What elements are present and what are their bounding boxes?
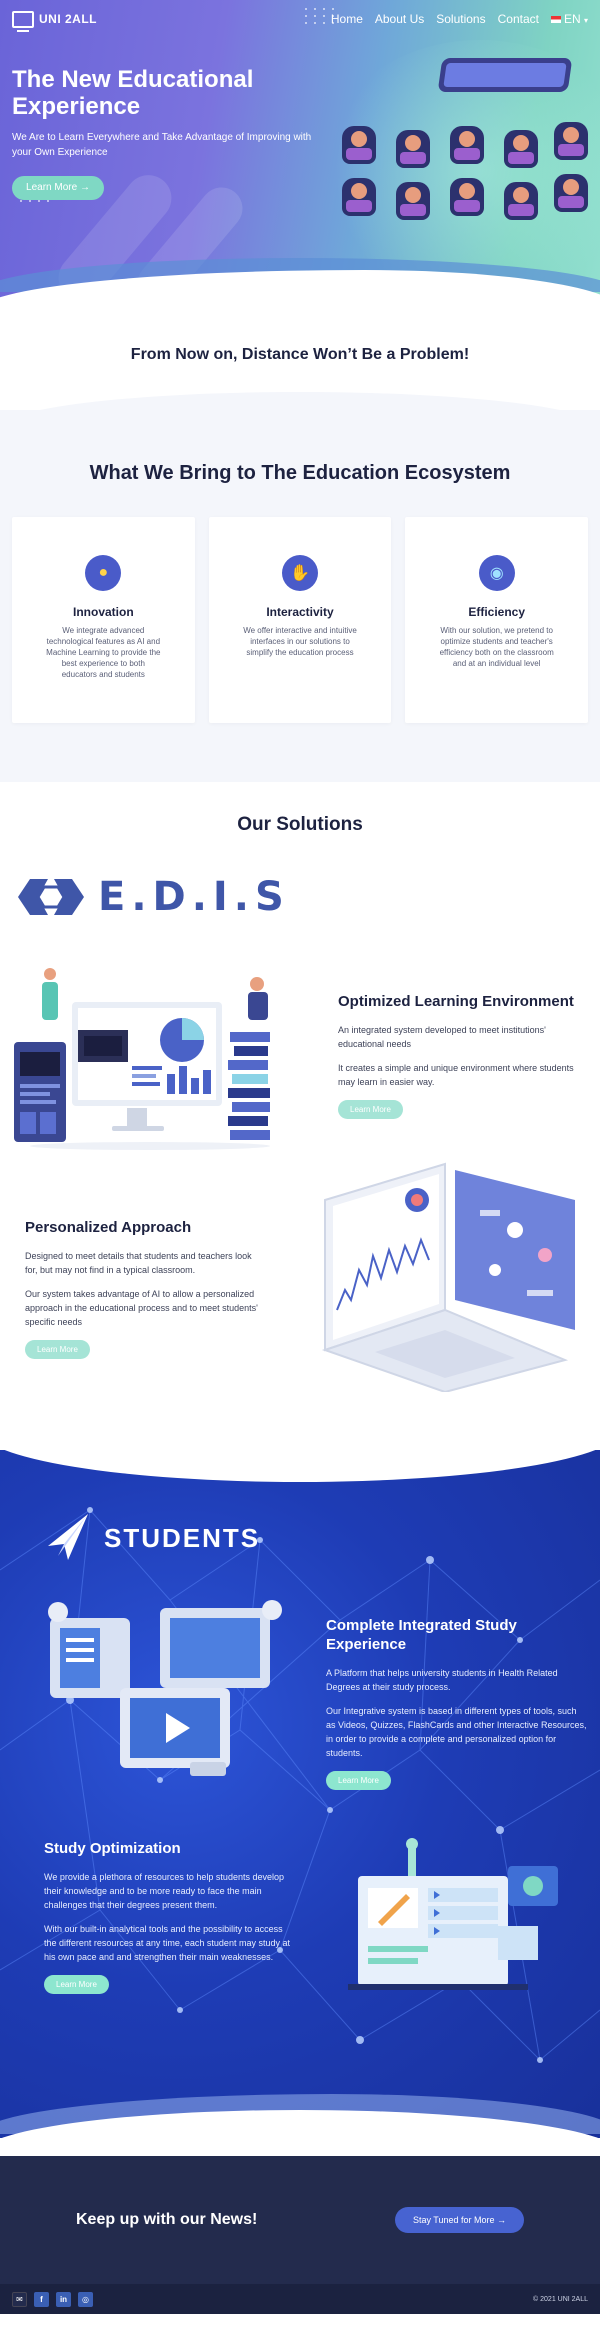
- logo-icon: [12, 10, 34, 32]
- feature-study-optimization: Study Optimization We provide a plethora…: [44, 1839, 294, 1994]
- solutions-title: Our Solutions: [237, 814, 363, 835]
- card-title: Efficiency: [468, 605, 526, 619]
- edis-hexagon-icon: [18, 879, 84, 915]
- nav-links: Home About Us Solutions Contact EN ▾: [331, 12, 588, 26]
- feature-paragraph: An integrated system developed to meet i…: [338, 1025, 546, 1049]
- card-text: We offer interactive and intuitive inter…: [243, 626, 357, 657]
- feature-paragraph: A Platform that helps university student…: [326, 1668, 558, 1692]
- decor-dots: [20, 200, 51, 202]
- mail-icon[interactable]: ✉: [12, 2291, 27, 2307]
- feature-title: Study Optimization: [44, 1840, 181, 1857]
- hero-subtitle: We Are to Learn Everywhere and Take Adva…: [12, 132, 312, 158]
- study-resources-illustration: [348, 1838, 558, 1990]
- brand-logo[interactable]: UNI 2ALL: [12, 10, 97, 32]
- language-label: EN: [563, 12, 581, 26]
- feature-paragraph: With our built-in analytical tools and t…: [44, 1924, 290, 1962]
- feature-title: Complete Integrated Study Experience: [326, 1617, 517, 1653]
- chevron-down-icon: ▾: [583, 16, 588, 25]
- hand-globe-icon: ◉: [478, 555, 515, 591]
- education-ecosystem-section: What We Bring to The Education Ecosystem…: [0, 392, 600, 782]
- touch-hand-icon: ✋: [282, 555, 318, 591]
- copyright: © 2021 UNI 2ALL: [533, 2295, 588, 2303]
- feature-integrated-study: Complete Integrated Study Experience A P…: [326, 1616, 588, 1790]
- students-logo: STUDENTS: [44, 1512, 260, 1564]
- feature-personalized-approach: Personalized Approach Designed to meet d…: [25, 1218, 265, 1359]
- instagram-icon[interactable]: ◎: [78, 2291, 93, 2307]
- feature-paragraph: Our system takes advantage of AI to allo…: [25, 1289, 258, 1327]
- newsletter-section: Keep up with our News! Stay Tuned for Mo…: [0, 2156, 600, 2284]
- learn-more-button[interactable]: Learn More: [44, 1975, 109, 1994]
- lightbulb-head-icon: ●: [85, 555, 122, 591]
- feature-optimized-learning: Optimized Learning Environment An integr…: [338, 992, 578, 1119]
- nav-link-contact[interactable]: Contact: [498, 12, 539, 26]
- language-selector[interactable]: EN ▾: [550, 12, 588, 26]
- nav-link-home[interactable]: Home: [331, 12, 363, 26]
- feature-paragraph: It creates a simple and unique environme…: [338, 1063, 574, 1087]
- card-interactivity: ✋ Interactivity We offer interactive and…: [208, 517, 392, 723]
- students-section: STUDENTS Complete Integrated Study Exper…: [0, 1450, 600, 2138]
- flag-icon: [550, 16, 561, 24]
- card-title: Innovation: [73, 605, 134, 619]
- feature-paragraph: Our Integrative system is based in diffe…: [326, 1706, 587, 1758]
- classroom-illustration: [320, 50, 590, 230]
- footer: ✉ f in ◎ © 2021 UNI 2ALL: [0, 2284, 600, 2314]
- nav-link-solutions[interactable]: Solutions: [436, 12, 485, 26]
- learn-more-button[interactable]: Learn More: [338, 1100, 403, 1119]
- card-title: Interactivity: [266, 605, 334, 619]
- laptop-analytics-illustration: [321, 1162, 575, 1392]
- ecosystem-title: What We Bring to The Education Ecosystem: [89, 462, 511, 484]
- brand-name: UNI 2ALL: [39, 12, 97, 26]
- paper-plane-icon: [48, 1514, 88, 1560]
- students-wordmark: STUDENTS: [104, 1522, 261, 1553]
- card-text: We integrate advanced technological feat…: [46, 626, 161, 679]
- feature-cards: ● Innovation We integrate advanced techn…: [0, 517, 600, 723]
- edis-wordmark: E.D.I.S: [98, 874, 290, 920]
- feature-title: Personalized Approach: [25, 1219, 192, 1236]
- card-text: With our solution, we pretend to optimiz…: [439, 626, 554, 668]
- top-nav: UNI 2ALL Home About Us Solutions Contact…: [0, 0, 600, 38]
- nav-link-about[interactable]: About Us: [375, 12, 424, 26]
- facebook-icon[interactable]: f: [34, 2291, 49, 2307]
- solutions-section: Our Solutions E.D.I.S Optimized Learning…: [0, 782, 600, 1450]
- learn-more-button[interactable]: Learn More: [326, 1771, 391, 1790]
- feature-paragraph: We provide a plethora of resources to he…: [44, 1872, 284, 1910]
- stay-tuned-button[interactable]: Stay Tuned for More →: [394, 2207, 524, 2233]
- edis-logo: E.D.I.S: [14, 874, 290, 920]
- newsletter-title: Keep up with our News!: [76, 2211, 258, 2228]
- card-innovation: ● Innovation We integrate advanced techn…: [12, 517, 195, 723]
- classroom-screen: [437, 58, 573, 92]
- hero-section: UNI 2ALL Home About Us Solutions Contact…: [0, 0, 600, 300]
- tagline: From Now on, Distance Won’t Be a Problem…: [130, 346, 470, 363]
- hero-title: The New Educational Experience: [12, 66, 254, 120]
- hero-learn-more-button[interactable]: Learn More →: [12, 176, 104, 200]
- linkedin-icon[interactable]: in: [56, 2291, 71, 2307]
- feature-title: Optimized Learning Environment: [338, 993, 574, 1010]
- study-monitors-illustration: [48, 1600, 282, 1776]
- learning-dashboard-illustration: [14, 968, 270, 1150]
- learn-more-button[interactable]: Learn More: [25, 1340, 90, 1359]
- card-efficiency: ◉ Efficiency With our solution, we prete…: [405, 517, 589, 723]
- feature-paragraph: Designed to meet details that students a…: [25, 1251, 252, 1275]
